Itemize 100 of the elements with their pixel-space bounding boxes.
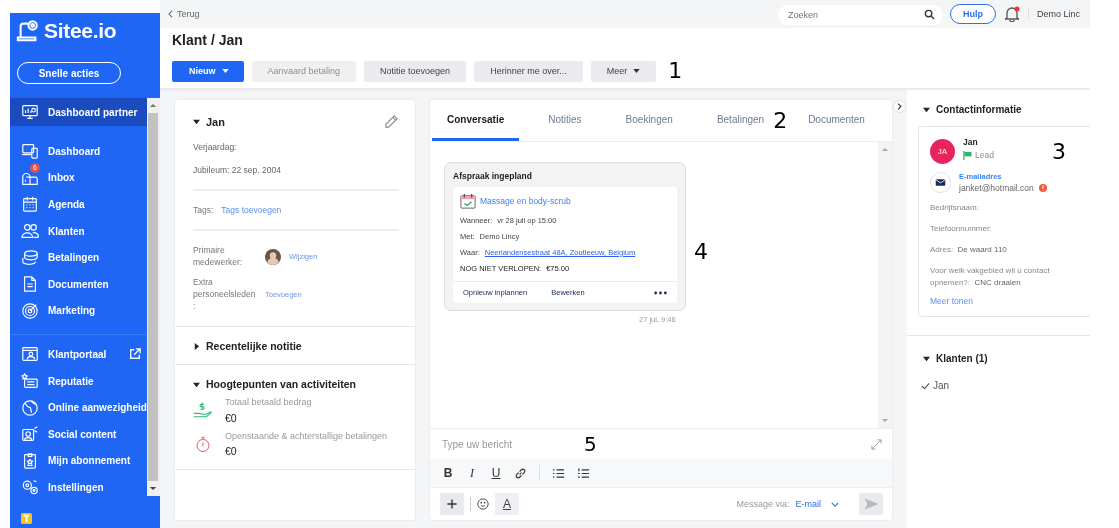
chevron-right-icon[interactable] <box>893 100 906 113</box>
logo-icon <box>16 19 40 43</box>
bell-icon[interactable] <box>1002 6 1021 22</box>
format-button[interactable]: U <box>490 466 502 480</box>
callout-number: 2 <box>773 109 788 132</box>
user-name[interactable]: Demo Linc <box>1027 9 1080 19</box>
status-label: Lead <box>975 150 994 160</box>
client-name: Jan <box>206 115 225 128</box>
clipboard-icon <box>21 451 39 470</box>
coins-icon <box>21 248 39 267</box>
pencil-icon[interactable] <box>384 114 399 129</box>
tab[interactable]: Documenten <box>793 100 880 141</box>
photo-share-icon <box>21 425 39 444</box>
profile-field: Verjaardag: <box>193 142 399 152</box>
sidebar-label: Social content <box>48 428 117 440</box>
profile-window-icon <box>21 345 39 364</box>
collapse-caret-icon[interactable] <box>923 354 930 362</box>
section-title[interactable]: Contactinformatie <box>936 103 1022 115</box>
sidebar-label: Betalingen <box>48 252 100 264</box>
toolbar-button[interactable]: Herinner me over... <box>474 60 583 82</box>
link-icon[interactable] <box>514 466 527 480</box>
logo-text: Sitee.io <box>44 19 117 43</box>
sidebar-item[interactable]: Marketing <box>10 297 147 325</box>
search-icon <box>923 8 935 20</box>
sidebar-item[interactable]: Mijn abonnement <box>10 447 147 475</box>
format-button[interactable]: B <box>442 466 454 480</box>
sidebar-label: Marketing <box>48 305 96 317</box>
people-icon <box>21 222 39 241</box>
stat-value: €0 <box>225 411 238 424</box>
sidebar-label: Inbox <box>48 172 75 184</box>
staff-label: Extra personeelsleden: <box>193 276 257 313</box>
callout-number: 3 <box>1051 141 1066 163</box>
sidebar-label: Reputatie <box>48 375 94 387</box>
collapse-caret-icon[interactable] <box>923 105 930 113</box>
tab[interactable]: Conversatie <box>432 100 520 141</box>
back-icon[interactable] <box>168 10 173 18</box>
mail-icon <box>930 172 951 193</box>
toolbar-button[interactable]: Notitie toevoegen <box>364 60 467 82</box>
section-title[interactable]: Hoogtepunten van activiteiten <box>206 378 356 391</box>
avatar-initials: JA <box>930 139 955 164</box>
search-field[interactable]: Zoeken <box>777 5 943 25</box>
back-link[interactable]: Terug <box>177 9 200 19</box>
client-item[interactable]: Jan <box>933 380 950 391</box>
star-list-icon <box>21 372 39 391</box>
scroll-thumb[interactable] <box>148 113 159 481</box>
contact-field: Telefoonnummer: <box>930 223 1090 235</box>
sidebar-item[interactable]: Social content <box>10 420 147 448</box>
section-title[interactable]: Recentelijke notitie <box>206 340 302 353</box>
show-more-link[interactable]: Meer tonen <box>930 296 1090 306</box>
sidebar-item[interactable]: Online aanwezigheid <box>10 394 147 421</box>
sidebar-label: Dashboard <box>48 145 101 157</box>
app-icon[interactable] <box>21 512 32 524</box>
page-title: Klant / Jan <box>172 32 244 50</box>
callout-number: 5 <box>584 434 597 454</box>
sidebar-label: Agenda <box>48 199 85 210</box>
monitor-icon <box>21 103 39 121</box>
callout-number: 1 <box>668 60 683 82</box>
contact-field: Voor welk vakgebied wil u contact opnemen?: CNC draaien <box>930 265 1090 289</box>
chevron-down-icon[interactable] <box>831 501 839 507</box>
format-button[interactable]: I <box>466 465 478 481</box>
service-link[interactable]: Massage en body-scrub <box>480 196 571 206</box>
collapse-caret-icon[interactable] <box>193 118 200 125</box>
sidebar-item[interactable]: Reputatie <box>10 367 147 395</box>
sidebar-item[interactable]: Agenda <box>10 191 147 218</box>
sidebar-item[interactable]: Dashboard <box>10 138 147 165</box>
tab[interactable]: Boekingen <box>610 100 688 141</box>
sidebar-item[interactable]: Dashboard partner <box>10 98 147 126</box>
new-button[interactable]: Nieuw <box>172 60 244 82</box>
contact-field: Adres: De waard 110 <box>930 244 1090 256</box>
sidebar-item[interactable]: Klanten <box>10 217 147 245</box>
add-tags-link[interactable]: Tags toevoegen <box>221 205 282 215</box>
tab[interactable]: Notities <box>533 100 597 141</box>
collapse-caret-icon[interactable] <box>193 380 200 388</box>
contact-field: Bedrijfsnaam: <box>930 202 1090 214</box>
help-button[interactable]: Hulp <box>949 4 996 24</box>
text-color-button[interactable]: A <box>495 493 519 515</box>
calendar-check-icon <box>460 193 476 209</box>
sidebar-item[interactable]: Instellingen <box>10 474 147 501</box>
bullet-list-icon[interactable] <box>552 466 565 480</box>
more-icon[interactable] <box>654 290 667 295</box>
sidebar-label: Dashboard partner <box>48 106 138 118</box>
profile-field: Jubileum: 22 sep. 2004 <box>193 165 399 175</box>
tags-label: Tags: <box>193 205 214 215</box>
section-title[interactable]: Klanten (1) <box>936 352 988 364</box>
devices-icon <box>21 142 39 161</box>
scrollbar[interactable] <box>146 98 160 496</box>
collapse-caret-icon[interactable] <box>193 342 200 350</box>
sidebar-item[interactable]: Betalingen <box>10 244 147 271</box>
target-icon <box>21 301 39 320</box>
toolbar-button[interactable]: Meer <box>590 60 657 82</box>
scroll-up-icon[interactable] <box>149 103 158 108</box>
emoji-icon[interactable] <box>477 498 489 510</box>
sidebar-item[interactable]: Klantportaal <box>10 341 147 368</box>
calendar-icon <box>21 195 39 214</box>
add-button[interactable] <box>440 493 464 515</box>
scroll-down-icon[interactable] <box>149 486 158 491</box>
sidebar-label: Instellingen <box>48 481 104 493</box>
channel-dropdown[interactable]: E-mail <box>795 499 821 509</box>
sidebar-item[interactable]: Documenten <box>10 270 147 298</box>
numbered-list-icon[interactable] <box>577 466 590 480</box>
